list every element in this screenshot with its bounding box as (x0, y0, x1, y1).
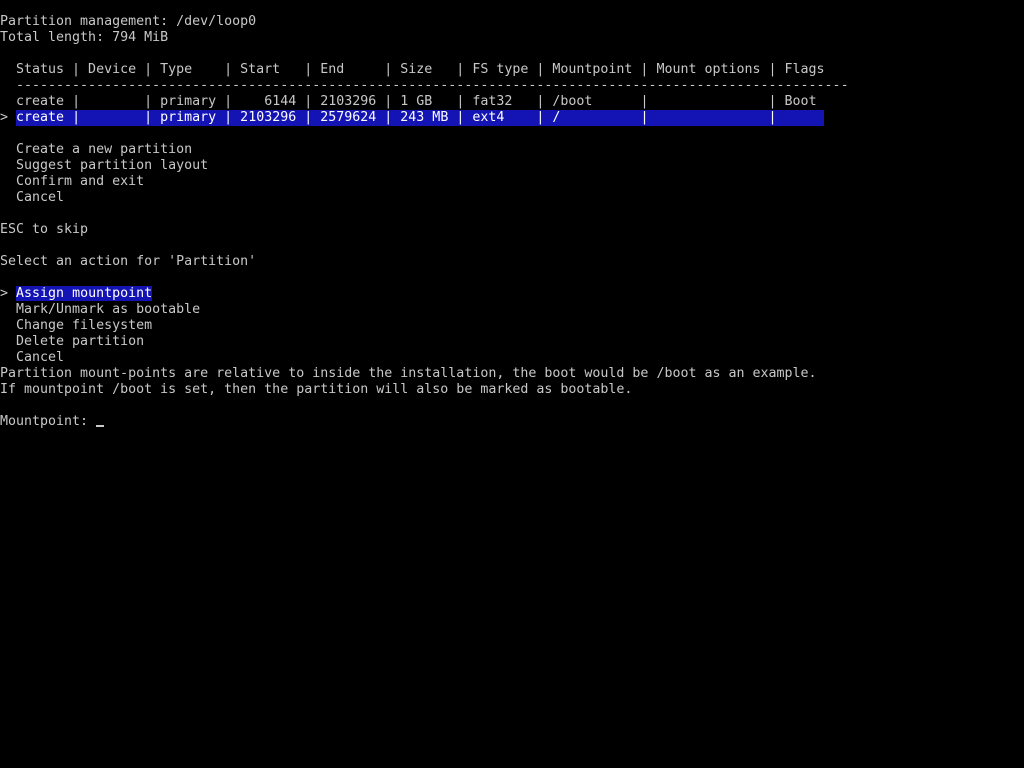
row-text: create | | primary | 2103296 | 2579624 |… (16, 110, 825, 126)
table-separator: ----------------------------------------… (0, 78, 849, 93)
mountpoint-label: Mountpoint: (0, 414, 97, 429)
table-header: Status | Device | Type | Start | End | S… (0, 62, 825, 77)
table-row[interactable]: create | | primary | 6144 | 2103296 | 1 … (0, 94, 1024, 110)
action-item-mark-bootable[interactable]: Mark/Unmark as bootable (0, 302, 1024, 318)
action-item-delete-partition[interactable]: Delete partition (0, 334, 1024, 350)
mountpoint-input[interactable]: Mountpoint: (0, 414, 1024, 430)
row-text: create | | primary | 6144 | 2103296 | 1 … (16, 94, 817, 109)
menu-item-confirm-exit[interactable]: Confirm and exit (0, 174, 1024, 190)
text-cursor (96, 425, 105, 427)
action-item-cancel[interactable]: Cancel (0, 350, 1024, 366)
menu-item-create-partition[interactable]: Create a new partition (0, 142, 1024, 158)
row-cursor (0, 94, 8, 109)
action-item-assign-mountpoint[interactable]: > Assign mountpoint (0, 286, 1024, 302)
terminal: Partition management: /dev/loop0 Total l… (0, 14, 1024, 430)
action-cursor: > (0, 286, 9, 301)
row-cursor: > (0, 110, 9, 125)
page-title: Partition management: /dev/loop0 (0, 14, 257, 29)
help-text-line-2: If mountpoint /boot is set, then the par… (0, 382, 633, 397)
table-row-selected[interactable]: > create | | primary | 2103296 | 2579624… (0, 110, 1024, 126)
help-text-line-1: Partition mount-points are relative to i… (0, 366, 817, 381)
esc-hint: ESC to skip (0, 222, 89, 237)
action-item-change-filesystem[interactable]: Change filesystem (0, 318, 1024, 334)
menu-item-cancel[interactable]: Cancel (0, 190, 1024, 206)
menu-item-suggest-layout[interactable]: Suggest partition layout (0, 158, 1024, 174)
total-length: Total length: 794 MiB (0, 30, 169, 45)
action-prompt: Select an action for 'Partition' (0, 254, 257, 269)
